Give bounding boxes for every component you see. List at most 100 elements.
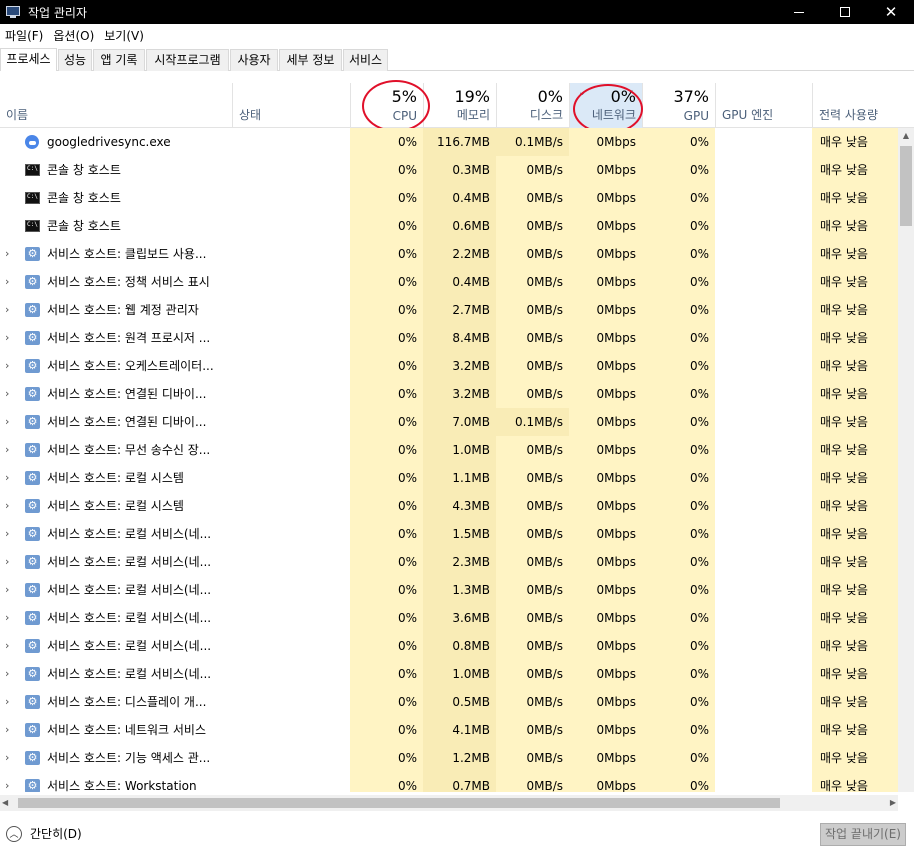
tab-details[interactable]: 세부 정보 — [279, 49, 342, 71]
tab-performance[interactable]: 성능 — [58, 49, 92, 71]
header-network[interactable]: ⌄ 0% 네트워크 — [569, 83, 642, 128]
process-name: 서비스 호스트: 디스플레이 개... — [47, 695, 207, 709]
table-row[interactable]: › ⚙ 서비스 호스트: 디스플레이 개... 0% 0.5MB 0MB/s 0Mbps 0%… — [0, 688, 898, 716]
expand-chevron-icon[interactable]: › — [5, 604, 9, 632]
expand-chevron-icon[interactable]: › — [5, 268, 9, 296]
expand-chevron-icon[interactable]: › — [5, 548, 9, 576]
header-gpu[interactable]: 37% GPU — [642, 83, 715, 128]
gpu-value: 0% — [689, 723, 709, 737]
console-icon — [25, 192, 40, 204]
table-row[interactable]: › ⚙ 서비스 호스트: 연결된 디바이... 0% 7.0MB 0.1MB/s 0Mbps… — [0, 408, 898, 436]
expand-chevron-icon[interactable]: › — [5, 688, 9, 716]
horizontal-scrollbar[interactable]: ◀ ▶ — [0, 795, 898, 811]
power-usage-value: 매우 낮음 — [820, 191, 868, 205]
cpu-value: 0% — [397, 359, 417, 373]
gpu-value: 0% — [689, 695, 709, 709]
vertical-scroll-thumb[interactable] — [900, 146, 912, 226]
table-row[interactable]: › ⚙ 서비스 호스트: 로컬 서비스(네... 0% 1.5MB 0MB/s 0Mbps 0… — [0, 520, 898, 548]
cpu-value: 0% — [397, 135, 417, 149]
vertical-scrollbar[interactable]: ▲ — [898, 128, 914, 792]
minimize-icon — [794, 11, 804, 13]
header-memory-label: 메모리 — [456, 108, 490, 122]
expand-chevron-icon[interactable]: › — [5, 296, 9, 324]
table-row[interactable]: › ⚙ 서비스 호스트: 원격 프로시저 ... 0% 8.4MB 0MB/s 0Mbps 0… — [0, 324, 898, 352]
cpu-value: 0% — [397, 723, 417, 737]
table-row[interactable]: 콘솔 창 호스트 0% 0.6MB 0MB/s 0Mbps 0% 매우 낮음 — [0, 212, 898, 240]
end-task-button[interactable]: 작업 끝내기(E) — [820, 823, 906, 846]
tab-services[interactable]: 서비스 — [343, 49, 388, 71]
minimize-button[interactable] — [776, 0, 822, 24]
gpu-value: 0% — [689, 135, 709, 149]
gear-icon: ⚙ — [25, 695, 40, 709]
table-row[interactable]: › ⚙ 서비스 호스트: 웹 계정 관리자 0% 2.7MB 0MB/s 0Mbps 0% 매우… — [0, 296, 898, 324]
expand-chevron-icon[interactable]: › — [5, 520, 9, 548]
table-row[interactable]: › ⚙ 서비스 호스트: 로컬 서비스(네... 0% 3.6MB 0MB/s 0Mbps 0… — [0, 604, 898, 632]
expand-chevron-icon[interactable]: › — [5, 408, 9, 436]
memory-value: 3.6MB — [452, 611, 490, 625]
disk-value: 0MB/s — [526, 219, 563, 233]
header-memory[interactable]: 19% 메모리 — [423, 83, 496, 128]
tab-startup[interactable]: 시작프로그램 — [146, 49, 229, 71]
table-row[interactable]: › ⚙ 서비스 호스트: 로컬 서비스(네... 0% 0.8MB 0MB/s 0Mbps 0… — [0, 632, 898, 660]
gear-icon: ⚙ — [25, 611, 40, 625]
table-row[interactable]: › ⚙ 서비스 호스트: 무선 송수신 장... 0% 1.0MB 0MB/s 0Mbps 0… — [0, 436, 898, 464]
table-row[interactable]: 콘솔 창 호스트 0% 0.4MB 0MB/s 0Mbps 0% 매우 낮음 — [0, 184, 898, 212]
header-status[interactable]: 상태 — [232, 83, 350, 128]
tab-app-history[interactable]: 앱 기록 — [93, 49, 145, 71]
expand-chevron-icon[interactable]: › — [5, 464, 9, 492]
cpu-value: 0% — [397, 191, 417, 205]
network-value: 0Mbps — [596, 415, 636, 429]
scroll-right-icon[interactable]: ▶ — [890, 795, 896, 811]
cpu-value: 0% — [397, 331, 417, 345]
table-row[interactable]: 콘솔 창 호스트 0% 0.3MB 0MB/s 0Mbps 0% 매우 낮음 — [0, 156, 898, 184]
table-row[interactable]: googledrivesync.exe 0% 116.7MB 0.1MB/s 0Mbps… — [0, 128, 898, 156]
power-usage-value: 매우 낮음 — [820, 779, 868, 792]
memory-value: 1.5MB — [452, 527, 490, 541]
table-row[interactable]: › ⚙ 서비스 호스트: 로컬 서비스(네... 0% 2.3MB 0MB/s 0Mbps 0… — [0, 548, 898, 576]
table-row[interactable]: › ⚙ 서비스 호스트: 로컬 서비스(네... 0% 1.0MB 0MB/s 0Mbps 0… — [0, 660, 898, 688]
table-row[interactable]: › ⚙ 서비스 호스트: 기능 액세스 관... 0% 1.2MB 0MB/s 0Mbps 0… — [0, 744, 898, 772]
close-button[interactable]: ✕ — [868, 0, 914, 24]
header-name[interactable]: 이름 — [0, 83, 232, 128]
expand-chevron-icon[interactable]: › — [5, 660, 9, 688]
scroll-left-icon[interactable]: ◀ — [2, 795, 8, 811]
header-gpu-engine[interactable]: GPU 엔진 — [715, 83, 812, 128]
gpu-value: 0% — [689, 331, 709, 345]
table-row[interactable]: › ⚙ 서비스 호스트: 연결된 디바이... 0% 3.2MB 0MB/s 0Mbps 0%… — [0, 380, 898, 408]
menu-options[interactable]: 옵션(O) — [48, 27, 99, 44]
horizontal-scroll-thumb[interactable] — [18, 798, 780, 808]
expand-chevron-icon[interactable]: › — [5, 352, 9, 380]
header-disk[interactable]: 0% 디스크 — [496, 83, 569, 128]
table-row[interactable]: › ⚙ 서비스 호스트: 네트워크 서비스 0% 4.1MB 0MB/s 0Mbps 0% 매우… — [0, 716, 898, 744]
expand-chevron-icon[interactable]: › — [5, 576, 9, 604]
expand-chevron-icon[interactable]: › — [5, 240, 9, 268]
gear-icon: ⚙ — [25, 723, 40, 737]
memory-value: 0.3MB — [452, 163, 490, 177]
network-value: 0Mbps — [596, 359, 636, 373]
header-cpu[interactable]: 5% CPU — [350, 83, 423, 128]
scroll-up-icon[interactable]: ▲ — [898, 128, 914, 144]
expand-chevron-icon[interactable]: › — [5, 772, 9, 792]
header-cpu-label: CPU — [392, 109, 417, 123]
table-row[interactable]: › ⚙ 서비스 호스트: Workstation 0% 0.7MB 0MB/s 0Mbps 0… — [0, 772, 898, 792]
expand-chevron-icon[interactable]: › — [5, 436, 9, 464]
maximize-button[interactable] — [822, 0, 868, 24]
expand-chevron-icon[interactable]: › — [5, 716, 9, 744]
tab-users[interactable]: 사용자 — [230, 49, 278, 71]
table-row[interactable]: › ⚙ 서비스 호스트: 오케스트레이터... 0% 3.2MB 0MB/s 0Mbps 0%… — [0, 352, 898, 380]
table-row[interactable]: › ⚙ 서비스 호스트: 로컬 시스템 0% 4.3MB 0MB/s 0Mbps 0% 매우 낮… — [0, 492, 898, 520]
menu-file[interactable]: 파일(F) — [0, 27, 48, 44]
expand-chevron-icon[interactable]: › — [5, 324, 9, 352]
table-row[interactable]: › ⚙ 서비스 호스트: 정책 서비스 표시 0% 0.4MB 0MB/s 0Mbps 0% 매… — [0, 268, 898, 296]
fewer-details-button[interactable]: ︿ 간단히(D) — [6, 825, 82, 842]
menu-view[interactable]: 보기(V) — [99, 27, 149, 44]
tab-processes[interactable]: 프로세스 — [0, 48, 57, 71]
table-row[interactable]: › ⚙ 서비스 호스트: 로컬 서비스(네... 0% 1.3MB 0MB/s 0Mbps 0… — [0, 576, 898, 604]
expand-chevron-icon[interactable]: › — [5, 744, 9, 772]
expand-chevron-icon[interactable]: › — [5, 492, 9, 520]
table-row[interactable]: › ⚙ 서비스 호스트: 로컬 시스템 0% 1.1MB 0MB/s 0Mbps 0% 매우 낮… — [0, 464, 898, 492]
expand-chevron-icon[interactable]: › — [5, 632, 9, 660]
header-power[interactable]: 전력 사용량 — [812, 83, 914, 128]
expand-chevron-icon[interactable]: › — [5, 380, 9, 408]
table-row[interactable]: › ⚙ 서비스 호스트: 클립보드 사용... 0% 2.2MB 0MB/s 0Mbps 0%… — [0, 240, 898, 268]
